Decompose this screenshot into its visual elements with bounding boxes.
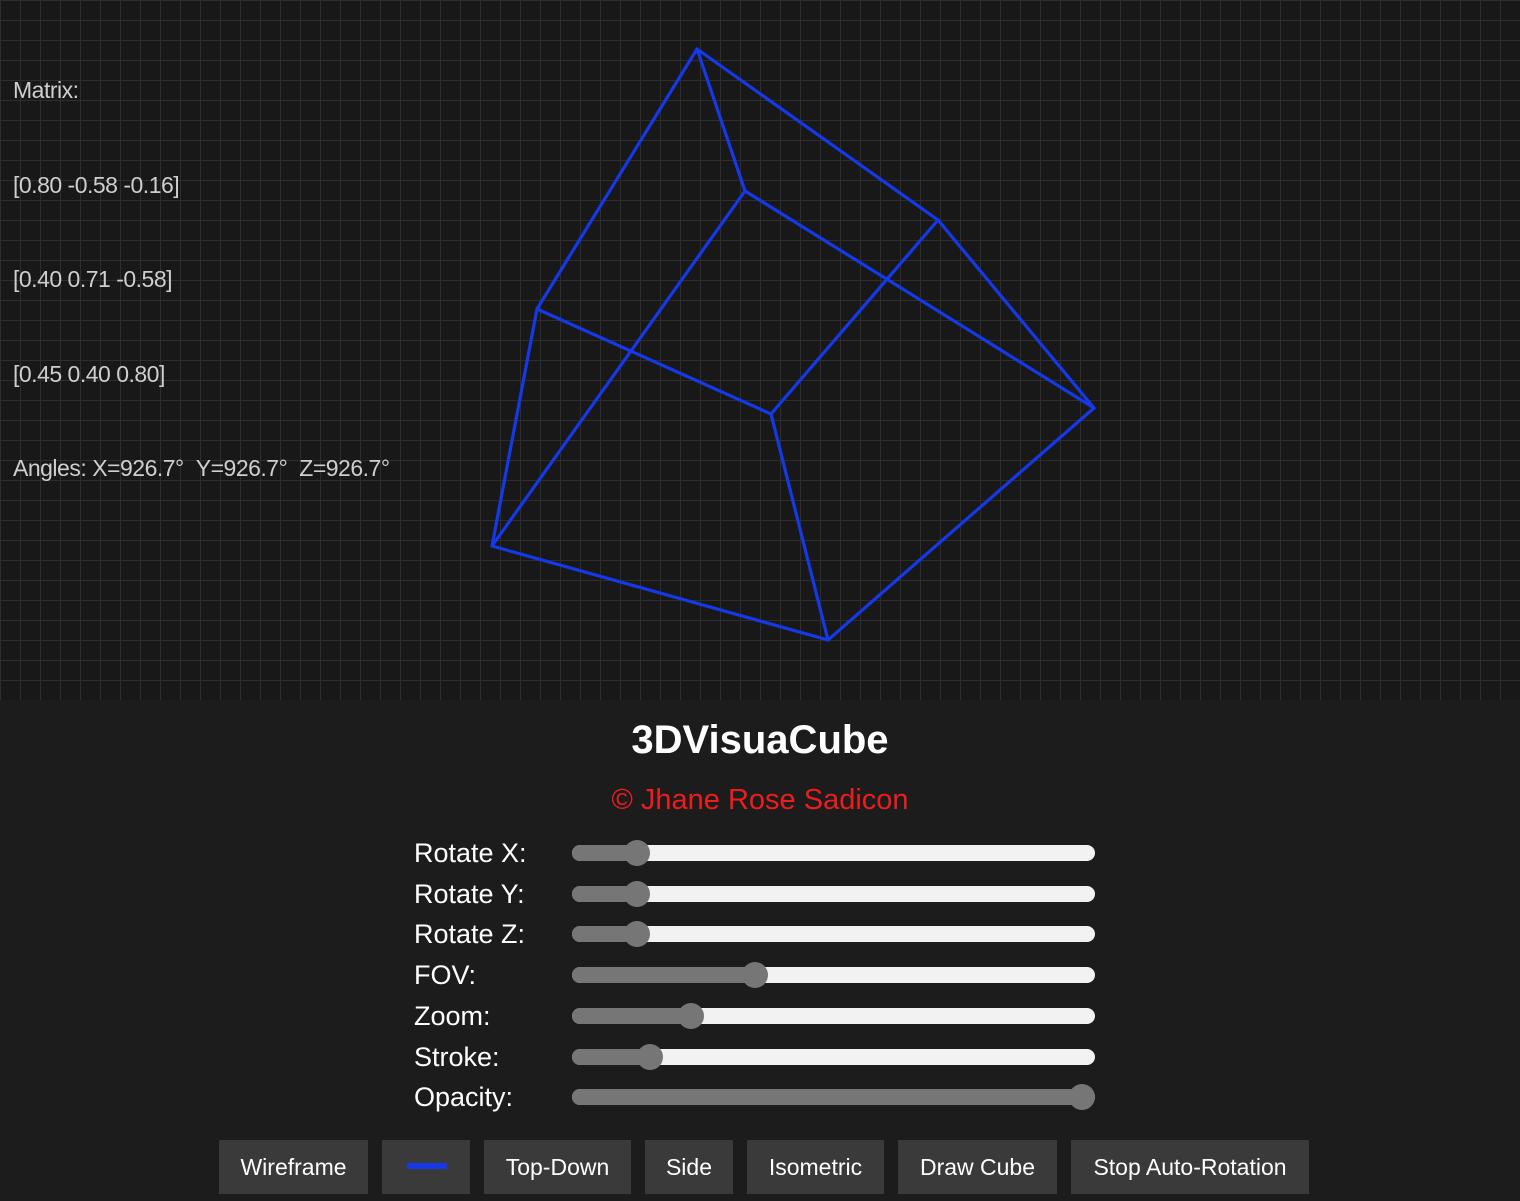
stroke-control: Stroke: <box>414 1037 1104 1077</box>
stroke-slider[interactable] <box>572 1044 1095 1070</box>
stop-auto-rotation-button[interactable]: Stop Auto-Rotation <box>1071 1140 1309 1194</box>
line-color-button[interactable] <box>382 1140 470 1194</box>
draw-cube-button[interactable]: Draw Cube <box>898 1140 1057 1194</box>
cube-edge <box>490 544 830 642</box>
zoom-label: Zoom: <box>414 1001 491 1031</box>
opacity-control: Opacity: <box>414 1077 1104 1117</box>
cube-edge <box>695 47 940 222</box>
cube-edge <box>826 406 1096 642</box>
opacity-slider-fill <box>572 1089 1082 1105</box>
fov-slider[interactable] <box>572 962 1095 988</box>
cube-edge <box>769 218 940 416</box>
matrix-label: Matrix: <box>13 77 79 103</box>
cube-edge <box>743 189 1096 410</box>
opacity-slider[interactable] <box>572 1084 1095 1110</box>
rotate-z-slider[interactable] <box>572 921 1095 947</box>
line-color-swatch-icon <box>406 1162 448 1170</box>
fov-control: FOV: <box>414 955 1104 995</box>
stroke-slider-thumb[interactable] <box>636 1044 663 1070</box>
cube-edge <box>535 47 699 311</box>
cube-edge <box>490 307 539 548</box>
zoom-control: Zoom: <box>414 996 1104 1036</box>
matrix-row-3: [0.45 0.40 0.80] <box>13 360 165 387</box>
side-button[interactable]: Side <box>645 1140 733 1194</box>
cube-edge <box>936 218 1096 410</box>
wireframe-button[interactable]: Wireframe <box>219 1140 368 1194</box>
angles-label: Angles: <box>13 455 87 481</box>
cube-viewport[interactable]: Matrix: [0.80 -0.58 -0.16] [0.40 0.71 -0… <box>0 0 1520 700</box>
angle-z: Z=926.7° <box>299 455 390 481</box>
zoom-slider-thumb[interactable] <box>678 1003 705 1029</box>
rotate-x-slider[interactable] <box>572 840 1095 866</box>
opacity-slider-thumb[interactable] <box>1069 1084 1095 1110</box>
opacity-label: Opacity: <box>414 1082 514 1112</box>
rotate-y-label: Rotate Y: <box>414 879 525 909</box>
stroke-label: Stroke: <box>414 1042 500 1072</box>
angle-x: X=926.7° <box>92 455 184 481</box>
fov-slider-fill <box>572 967 755 983</box>
cube-edge <box>490 189 747 548</box>
zoom-slider-fill <box>572 1008 692 1024</box>
rotate-z-control: Rotate Z: <box>414 914 1104 954</box>
matrix-row-1: [0.80 -0.58 -0.16] <box>13 171 180 198</box>
matrix-readout: Matrix: [0.80 -0.58 -0.16] [0.40 0.71 -0… <box>13 12 402 548</box>
fov-label: FOV: <box>414 960 477 990</box>
fov-slider-thumb[interactable] <box>741 962 768 988</box>
app-title: 3DVisuaCube <box>631 718 889 762</box>
cube-edge <box>695 47 747 193</box>
rotate-x-slider-thumb[interactable] <box>623 840 650 866</box>
isometric-button[interactable]: Isometric <box>747 1140 884 1194</box>
cube-edge <box>535 307 773 416</box>
angle-y: Y=926.7° <box>195 455 288 481</box>
rotate-y-control: Rotate Y: <box>414 874 1104 914</box>
copyright-notice: © Jhane Rose Sadicon <box>611 784 909 816</box>
view-button-bar: Wireframe Top-Down Side Isometric Draw C… <box>0 1140 1520 1194</box>
rotate-y-slider-thumb[interactable] <box>623 881 650 907</box>
angles-readout: Angles: X=926.7° Y=926.7° Z=926.7° <box>13 453 402 485</box>
rotate-y-slider[interactable] <box>572 881 1095 907</box>
rotate-x-control: Rotate X: <box>414 833 1104 873</box>
rotate-z-label: Rotate Z: <box>414 919 526 949</box>
cube-edge <box>769 412 830 642</box>
matrix-row-2: [0.40 0.71 -0.58] <box>13 266 173 292</box>
rotate-x-label: Rotate X: <box>414 838 527 868</box>
zoom-slider[interactable] <box>572 1003 1095 1029</box>
top-down-button[interactable]: Top-Down <box>484 1140 631 1194</box>
rotate-z-slider-thumb[interactable] <box>623 921 650 947</box>
